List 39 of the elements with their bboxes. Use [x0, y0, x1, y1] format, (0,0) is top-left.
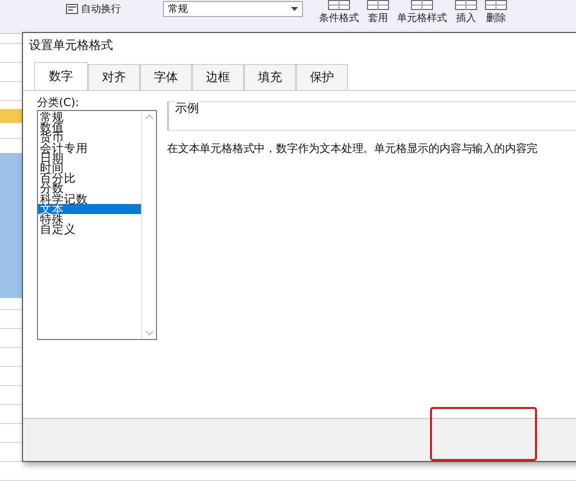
scrollbar[interactable]: [141, 111, 156, 339]
ribbon-command-button[interactable]: 插入: [455, 0, 477, 25]
category-item[interactable]: 数值: [38, 122, 141, 132]
dialog-title: 设置单元格格式: [23, 33, 576, 55]
ribbon-command-button[interactable]: 单元格样式: [397, 0, 447, 25]
category-item[interactable]: 常规: [38, 112, 141, 122]
category-item[interactable]: 百分比: [38, 173, 141, 184]
category-item[interactable]: 分数: [38, 183, 141, 194]
table-icon: [328, 0, 350, 10]
category-item[interactable]: 日期: [38, 152, 141, 163]
category-item[interactable]: 会计专用: [38, 142, 141, 153]
highlighted-cell: [0, 109, 22, 123]
tab[interactable]: 填充: [244, 64, 296, 90]
tab[interactable]: 边框: [192, 64, 244, 90]
category-label: 分类(C):: [37, 95, 80, 110]
category-item[interactable]: 科学记数: [38, 194, 141, 204]
category-item[interactable]: 文本: [38, 204, 141, 214]
scroll-up-icon: [144, 114, 154, 120]
wrap-text-button[interactable]: 自动换行: [66, 2, 121, 16]
table-icon: [455, 0, 477, 10]
category-item[interactable]: 自定义: [38, 224, 141, 234]
ribbon-command-button[interactable]: 条件格式: [319, 0, 359, 25]
table-icon: [485, 0, 507, 10]
category-item[interactable]: 特殊: [38, 214, 141, 224]
description-text: 在文本单元格格式中，数字作为文本处理。单元格显示的内容与输入的内容完: [167, 141, 539, 156]
number-format-dropdown[interactable]: 常规: [163, 1, 303, 17]
tab[interactable]: 字体: [140, 64, 192, 90]
tab[interactable]: 对齐: [88, 64, 140, 90]
ribbon-command-button[interactable]: 删除: [485, 0, 507, 25]
table-icon: [411, 0, 433, 10]
category-item[interactable]: 时间: [38, 162, 141, 174]
ribbon-command-button[interactable]: 套用: [367, 0, 389, 25]
table-icon: [367, 0, 389, 10]
sample-label: 示例: [175, 101, 199, 115]
wrap-text-icon: [66, 4, 78, 14]
dropdown-caret-icon: [291, 6, 298, 12]
scroll-down-icon: [144, 330, 154, 336]
tab[interactable]: 数字: [34, 62, 88, 90]
tab[interactable]: 保护: [296, 64, 348, 90]
